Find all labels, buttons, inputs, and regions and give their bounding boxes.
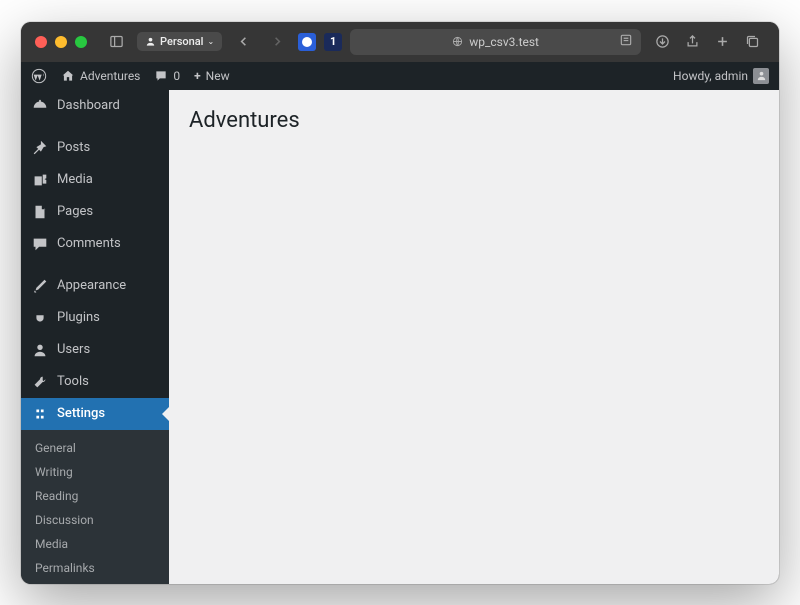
tools-icon bbox=[31, 373, 49, 391]
sidebar-item-media[interactable]: Media bbox=[21, 164, 169, 196]
page-title: Adventures bbox=[189, 108, 759, 133]
submenu-item-reading[interactable]: Reading bbox=[21, 484, 169, 508]
wp-admin-bar: Adventures 0 + New Howdy, admin bbox=[21, 62, 779, 90]
sidebar-item-plugins[interactable]: Plugins bbox=[21, 302, 169, 334]
admin-sidebar: Dashboard Posts Media Pages Comments bbox=[21, 90, 169, 584]
browser-profile-button[interactable]: Personal ⌄ bbox=[137, 32, 222, 51]
plug-icon bbox=[31, 309, 49, 327]
close-window-button[interactable] bbox=[35, 36, 47, 48]
submenu-item-general[interactable]: General bbox=[21, 436, 169, 460]
sidebar-item-settings[interactable]: Settings bbox=[21, 398, 169, 430]
plus-icon: + bbox=[194, 69, 201, 83]
sidebar-item-label: Settings bbox=[57, 406, 105, 421]
downloads-button[interactable] bbox=[649, 30, 675, 54]
sidebar-toggle-button[interactable] bbox=[103, 30, 129, 54]
sidebar-item-label: Media bbox=[57, 172, 93, 187]
submenu-item-privacy[interactable]: Privacy bbox=[21, 580, 169, 584]
settings-icon bbox=[31, 405, 49, 423]
minimize-window-button[interactable] bbox=[55, 36, 67, 48]
comment-count: 0 bbox=[173, 69, 180, 83]
sidebar-item-label: Dashboard bbox=[57, 98, 120, 113]
submenu-item-media[interactable]: Media bbox=[21, 532, 169, 556]
sidebar-item-label: Plugins bbox=[57, 310, 100, 325]
sidebar-item-label: Appearance bbox=[57, 278, 126, 293]
browser-titlebar: Personal ⌄ 1 wp_csv3.test bbox=[21, 22, 779, 62]
content-area: Adventures bbox=[169, 90, 779, 584]
sidebar-item-dashboard[interactable]: Dashboard bbox=[21, 90, 169, 122]
comments-link[interactable]: 0 bbox=[154, 69, 180, 83]
comments-icon bbox=[31, 235, 49, 253]
share-button[interactable] bbox=[679, 30, 705, 54]
settings-submenu: General Writing Reading Discussion Media… bbox=[21, 430, 169, 584]
sidebar-item-posts[interactable]: Posts bbox=[21, 132, 169, 164]
extension-icon-2[interactable]: 1 bbox=[324, 33, 342, 51]
users-icon bbox=[31, 341, 49, 359]
sidebar-item-pages[interactable]: Pages bbox=[21, 196, 169, 228]
howdy-label: Howdy, admin bbox=[673, 69, 748, 83]
forward-button[interactable] bbox=[264, 30, 290, 54]
dashboard-icon bbox=[31, 97, 49, 115]
brush-icon bbox=[31, 277, 49, 295]
submenu-item-writing[interactable]: Writing bbox=[21, 460, 169, 484]
sidebar-item-tools[interactable]: Tools bbox=[21, 366, 169, 398]
sidebar-item-users[interactable]: Users bbox=[21, 334, 169, 366]
wp-logo-menu[interactable] bbox=[31, 68, 47, 84]
sidebar-item-label: Comments bbox=[57, 236, 121, 251]
account-link[interactable]: Howdy, admin bbox=[673, 68, 769, 84]
new-tab-button[interactable] bbox=[709, 30, 735, 54]
submenu-item-permalinks[interactable]: Permalinks bbox=[21, 556, 169, 580]
window-controls bbox=[35, 36, 87, 48]
new-label: New bbox=[206, 69, 230, 83]
media-icon bbox=[31, 171, 49, 189]
sidebar-item-label: Posts bbox=[57, 140, 90, 155]
reader-mode-icon[interactable] bbox=[619, 33, 633, 50]
sidebar-item-label: Tools bbox=[57, 374, 89, 389]
chevron-down-icon: ⌄ bbox=[208, 37, 215, 46]
new-content-link[interactable]: + New bbox=[194, 69, 230, 83]
site-name-link[interactable]: Adventures bbox=[61, 69, 140, 83]
sidebar-item-label: Pages bbox=[57, 204, 93, 219]
browser-profile-label: Personal bbox=[160, 35, 204, 48]
pin-icon bbox=[31, 139, 49, 157]
sidebar-item-label: Users bbox=[57, 342, 90, 357]
maximize-window-button[interactable] bbox=[75, 36, 87, 48]
back-button[interactable] bbox=[230, 30, 256, 54]
sidebar-item-comments[interactable]: Comments bbox=[21, 228, 169, 260]
tabs-button[interactable] bbox=[739, 30, 765, 54]
address-bar[interactable]: wp_csv3.test bbox=[350, 29, 641, 55]
address-bar-url: wp_csv3.test bbox=[469, 35, 539, 49]
submenu-item-discussion[interactable]: Discussion bbox=[21, 508, 169, 532]
sidebar-item-appearance[interactable]: Appearance bbox=[21, 270, 169, 302]
site-name-label: Adventures bbox=[80, 69, 140, 83]
avatar bbox=[753, 68, 769, 84]
extension-icon-1[interactable] bbox=[298, 33, 316, 51]
pages-icon bbox=[31, 203, 49, 221]
